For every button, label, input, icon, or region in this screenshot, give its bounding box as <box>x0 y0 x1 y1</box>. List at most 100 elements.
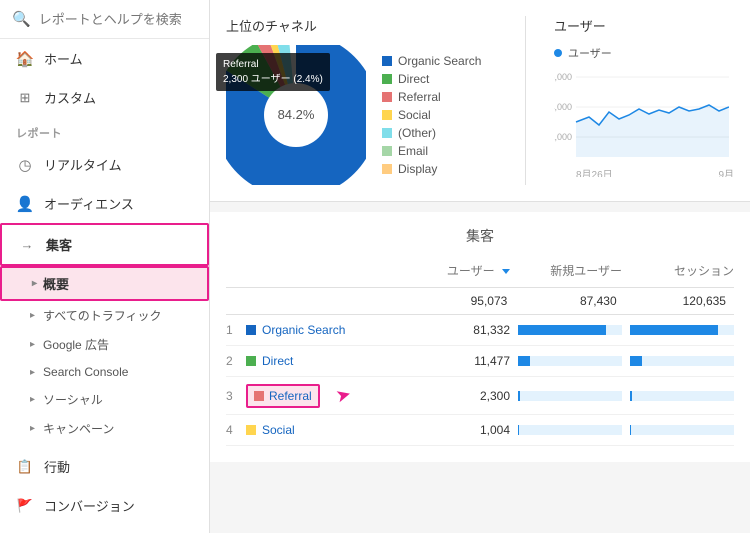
sidebar-googleads-label: Google 広告 <box>43 336 109 353</box>
legend-label-referral: Referral <box>398 90 441 104</box>
bar-bg-organic <box>518 325 622 335</box>
audience-icon: 👤 <box>16 195 34 213</box>
reports-section-label: レポート <box>0 117 209 145</box>
cell-name-referral: 3 Referral ➤ <box>226 385 406 406</box>
legend-item-email: Email <box>382 144 481 158</box>
sidebar-alltraffic-label: すべてのトラフィック <box>43 307 161 324</box>
pie-center-label: 84.2% <box>278 107 315 122</box>
bar-sessions-social <box>630 425 734 435</box>
cell-users-referral: 2,300 <box>406 389 518 403</box>
search-bar[interactable]: 🔍 <box>0 0 209 39</box>
sidebar-acquisition-label: 集客 <box>46 235 72 254</box>
pie-chart-section: 上位のチャネル Referral 2,300 ユーザー (2.4%) <box>226 16 497 185</box>
sidebar-item-home[interactable]: 🏠 ホーム <box>0 39 209 78</box>
legend-dot-referral <box>382 92 392 102</box>
custom-icon: ⊞ <box>16 89 34 107</box>
cell-users-organic: 81,332 <box>406 323 518 337</box>
channel-link-social[interactable]: Social <box>262 423 295 437</box>
channel-link-referral[interactable]: Referral <box>269 389 312 403</box>
pie-chart-area: Referral 2,300 ユーザー (2.4%) <box>226 45 497 185</box>
vertical-divider <box>525 16 526 185</box>
bar-sessions-referral <box>630 391 734 401</box>
legend-label-display: Display <box>398 162 437 176</box>
sidebar-behavior-label: 行動 <box>44 457 70 476</box>
bar-fill-direct <box>518 356 530 366</box>
sidebar-item-audience[interactable]: 👤 オーディエンス <box>0 184 209 223</box>
pie-chart: Referral 2,300 ユーザー (2.4%) <box>226 45 366 185</box>
sidebar-item-custom[interactable]: ⊞ カスタム <box>0 78 209 117</box>
bar-sessions-organic <box>630 325 734 335</box>
channel-link-organic[interactable]: Organic Search <box>262 323 345 337</box>
bar-social <box>518 425 630 435</box>
realtime-icon: ◷ <box>16 156 34 174</box>
row-num-1: 1 <box>226 323 240 337</box>
legend-item-other: (Other) <box>382 126 481 140</box>
cell-name-direct: 2 Direct <box>226 354 406 368</box>
sidebar-item-google-ads[interactable]: ▸ Google 広告 <box>0 330 209 359</box>
header-sessions: セッション <box>630 262 734 279</box>
x-label-aug: 8月26日 <box>576 166 613 177</box>
users-dot <box>554 49 562 57</box>
behavior-icon: 📋 <box>16 458 34 476</box>
sidebar-realtime-label: リアルタイム <box>44 155 122 174</box>
row-num-2: 2 <box>226 354 240 368</box>
channel-dot-direct <box>246 356 256 366</box>
bar-bg-referral <box>518 391 622 401</box>
bar-direct <box>518 356 630 366</box>
bar-organic <box>518 325 630 335</box>
sidebar-overview-label: 概要 <box>43 274 69 293</box>
sidebar-item-campaign[interactable]: ▸ キャンペーン <box>0 414 209 443</box>
arrow-icon: ▸ <box>30 339 35 350</box>
arrow-icon: ▸ <box>30 367 35 378</box>
arrow-icon: ▸ <box>30 423 35 434</box>
total-row: 95,073 87,430 120,635 <box>226 288 734 315</box>
sidebar: 🔍 🏠 ホーム ⊞ カスタム レポート ◷ リアルタイム 👤 オーディエンス →… <box>0 0 210 533</box>
bar-sessions-direct <box>630 356 734 366</box>
legend-dot-direct <box>382 74 392 84</box>
sidebar-item-behavior[interactable]: 📋 行動 <box>0 447 209 486</box>
legend-item-direct: Direct <box>382 72 481 86</box>
sidebar-item-all-traffic[interactable]: ▸ すべてのトラフィック <box>0 301 209 330</box>
table-section: 集客 ユーザー 新規ユーザー セッション 95,073 87,430 120,6… <box>210 212 750 462</box>
sidebar-item-conversion[interactable]: 🚩 コンバージョン <box>0 486 209 525</box>
bar-bg-sessions-referral <box>630 391 734 401</box>
sidebar-home-label: ホーム <box>44 49 83 68</box>
top-charts-row: 上位のチャネル Referral 2,300 ユーザー (2.4%) <box>210 0 750 202</box>
search-icon: 🔍 <box>12 10 31 28</box>
sidebar-item-search-console[interactable]: ▸ Search Console <box>0 359 209 385</box>
total-users: 95,073 <box>406 294 515 308</box>
bar-referral <box>518 391 630 401</box>
channel-dot-social <box>246 425 256 435</box>
header-users: ユーザー <box>406 262 518 279</box>
legend-dot-other <box>382 128 392 138</box>
cell-users-direct: 11,477 <box>406 354 518 368</box>
acquisition-icon: → <box>18 236 36 254</box>
sidebar-social-label: ソーシャル <box>43 391 103 408</box>
line-chart-svg: 6,000 4,000 2,000 <box>554 67 729 167</box>
users-chart-title: ユーザー <box>554 16 734 35</box>
bar-fill-sessions-direct <box>630 356 642 366</box>
sidebar-custom-label: カスタム <box>44 88 96 107</box>
channel-link-direct[interactable]: Direct <box>262 354 293 368</box>
sidebar-item-realtime[interactable]: ◷ リアルタイム <box>0 145 209 184</box>
svg-text:6,000: 6,000 <box>554 72 572 82</box>
line-chart: 6,000 4,000 2,000 8月26日 9月 <box>554 67 734 177</box>
table-row: 1 Organic Search 81,332 <box>226 315 734 346</box>
pie-chart-title: 上位のチャネル <box>226 16 497 35</box>
legend-label-other: (Other) <box>398 126 436 140</box>
total-sessions: 120,635 <box>625 294 734 308</box>
sidebar-campaign-label: キャンペーン <box>43 420 114 437</box>
sidebar-item-acquisition[interactable]: → 集客 <box>0 223 209 266</box>
table-row-referral: 3 Referral ➤ 2,300 <box>226 377 734 415</box>
x-label-sep: 9月 <box>718 166 734 177</box>
search-input[interactable] <box>39 12 197 27</box>
arrow-icon: ▸ <box>30 310 35 321</box>
arrow-annotation-referral: ➤ <box>333 383 353 407</box>
sidebar-item-overview[interactable]: ▸ 概要 ➤ <box>0 266 209 301</box>
table-row: 2 Direct 11,477 <box>226 346 734 377</box>
legend-dot-organic <box>382 56 392 66</box>
header-new-users: 新規ユーザー <box>518 262 630 279</box>
bar-fill-sessions-social <box>630 425 631 435</box>
legend-item-organic: Organic Search <box>382 54 481 68</box>
sidebar-item-social[interactable]: ▸ ソーシャル <box>0 385 209 414</box>
